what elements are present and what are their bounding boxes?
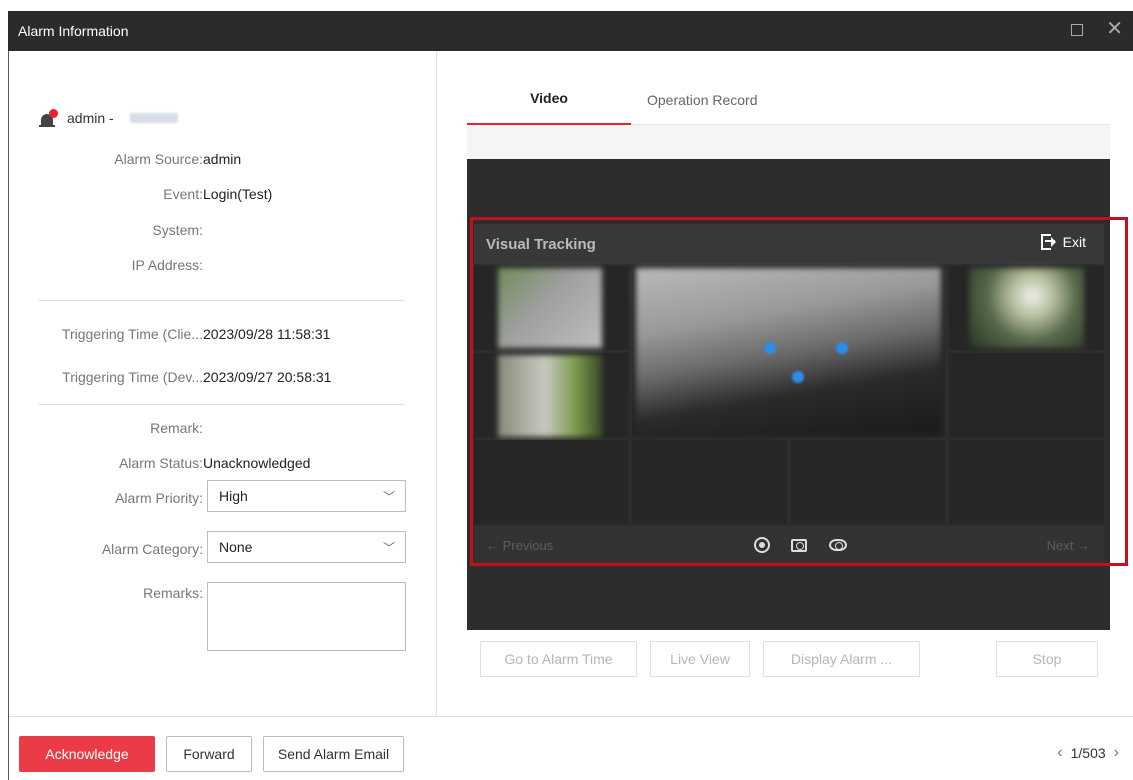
live-view-button[interactable]: Live View bbox=[650, 641, 750, 677]
divider bbox=[38, 300, 405, 301]
alarm-priority-value: High bbox=[219, 488, 248, 504]
value-alarm-source: admin bbox=[203, 151, 242, 167]
divider bbox=[38, 404, 405, 405]
camera-thumbnail bbox=[969, 268, 1084, 348]
value-trigger-device: 2023/09/27 20:58:31 bbox=[203, 369, 332, 385]
tab-video[interactable]: Video bbox=[467, 80, 631, 125]
display-alarm-button[interactable]: Display Alarm ... bbox=[763, 641, 920, 677]
label-alarm-category: Alarm Category: bbox=[101, 541, 203, 557]
send-alarm-email-button[interactable]: Send Alarm Email bbox=[263, 736, 404, 772]
tab-bar: Video Operation Record bbox=[467, 80, 1110, 125]
next-button[interactable]: Next → bbox=[1047, 538, 1090, 553]
user-alarm-icon bbox=[39, 109, 58, 127]
exit-icon bbox=[1040, 234, 1056, 250]
previous-button[interactable]: ← Previous bbox=[486, 538, 553, 553]
label-alarm-priority: Alarm Priority: bbox=[115, 490, 203, 506]
tab-operation-record[interactable]: Operation Record bbox=[647, 92, 758, 125]
visual-tracking-controls: ← Previous Next → bbox=[474, 526, 1104, 564]
tracking-point bbox=[792, 371, 804, 383]
field-trigger-client: Triggering Time (Clie... 2023/09/28 11:5… bbox=[9, 326, 436, 350]
camera-cell[interactable] bbox=[474, 353, 628, 437]
camera-cell[interactable] bbox=[791, 440, 945, 524]
camera-thumbnail bbox=[498, 355, 602, 437]
alarm-priority-select[interactable]: High ﹀ bbox=[207, 480, 406, 512]
pager-text: 1/503 bbox=[1070, 745, 1106, 761]
camera-cell-main[interactable] bbox=[632, 266, 945, 437]
alarm-category-value: None bbox=[219, 539, 253, 555]
label-ip-address: IP Address: bbox=[131, 257, 203, 273]
camera-thumbnail bbox=[498, 268, 602, 348]
visual-tracking-header: Visual Tracking Exit bbox=[474, 224, 1104, 264]
camera-cell[interactable] bbox=[949, 266, 1104, 350]
go-to-alarm-time-button[interactable]: Go to Alarm Time bbox=[480, 641, 637, 677]
value-event: Login(Test) bbox=[203, 186, 273, 202]
acknowledge-button[interactable]: Acknowledge bbox=[19, 736, 155, 772]
camera-cell[interactable] bbox=[632, 440, 787, 524]
camera-thumbnail bbox=[636, 268, 941, 435]
record-icon[interactable] bbox=[754, 537, 770, 553]
tracking-point bbox=[836, 342, 848, 354]
label-alarm-source: Alarm Source: bbox=[114, 151, 203, 167]
close-icon[interactable]: ✕ bbox=[1106, 19, 1123, 39]
visual-tracking-title: Visual Tracking bbox=[486, 236, 596, 253]
remarks-textarea[interactable] bbox=[207, 582, 406, 651]
label-trigger-device: Triggering Time (Dev... bbox=[62, 369, 203, 385]
chevron-left-icon[interactable]: ‹ bbox=[1057, 744, 1062, 762]
pager: ‹ 1/503 › bbox=[1057, 744, 1119, 762]
maximize-icon[interactable] bbox=[1071, 24, 1083, 36]
label-remark: Remark: bbox=[150, 420, 203, 436]
exit-button[interactable]: Exit bbox=[1040, 234, 1086, 250]
field-trigger-device: Triggering Time (Dev... 2023/09/27 20:58… bbox=[9, 369, 436, 393]
alarm-details-pane: admin - Alarm Source: admin Event: Login… bbox=[9, 51, 436, 716]
window-title: Alarm Information bbox=[18, 23, 129, 39]
label-system: System: bbox=[152, 222, 203, 238]
field-remark: Remark: bbox=[9, 420, 436, 444]
dialog-footer: Acknowledge Forward Send Alarm Email ‹ 1… bbox=[9, 716, 1133, 780]
forward-button[interactable]: Forward bbox=[166, 736, 252, 772]
field-alarm-source: Alarm Source: admin bbox=[9, 151, 436, 175]
value-trigger-client: 2023/09/28 11:58:31 bbox=[203, 326, 331, 342]
label-event: Event: bbox=[163, 186, 203, 202]
user-name: admin - bbox=[67, 110, 114, 126]
alarm-category-select[interactable]: None ﹀ bbox=[207, 531, 406, 563]
camera-cell[interactable] bbox=[949, 353, 1104, 437]
player-toolbar-strip bbox=[467, 125, 1110, 159]
tracking-point bbox=[764, 342, 776, 354]
chevron-down-icon: ﹀ bbox=[382, 490, 395, 504]
capture-icon[interactable] bbox=[791, 539, 807, 552]
exit-label: Exit bbox=[1062, 234, 1086, 250]
chevron-down-icon: ﹀ bbox=[382, 541, 395, 555]
label-alarm-status: Alarm Status: bbox=[118, 455, 203, 471]
camera-cell[interactable] bbox=[474, 266, 628, 350]
field-ip-address: IP Address: bbox=[9, 257, 436, 281]
pane-divider bbox=[436, 51, 437, 716]
label-trigger-client: Triggering Time (Clie... bbox=[61, 326, 203, 342]
alarm-user: admin - bbox=[39, 109, 178, 127]
value-alarm-status: Unacknowledged bbox=[203, 455, 311, 471]
field-alarm-status: Alarm Status: Unacknowledged bbox=[9, 455, 436, 479]
field-system: System: bbox=[9, 222, 436, 246]
eye-icon[interactable] bbox=[829, 539, 847, 551]
camera-cell[interactable] bbox=[949, 440, 1104, 524]
title-bar: Alarm Information ✕ bbox=[8, 11, 1133, 51]
field-event: Event: Login(Test) bbox=[9, 186, 436, 210]
redacted-text bbox=[129, 113, 178, 123]
label-remarks: Remarks: bbox=[143, 585, 203, 601]
camera-cell[interactable] bbox=[474, 440, 628, 524]
chevron-right-icon[interactable]: › bbox=[1114, 744, 1119, 762]
stop-button[interactable]: Stop bbox=[996, 641, 1098, 677]
